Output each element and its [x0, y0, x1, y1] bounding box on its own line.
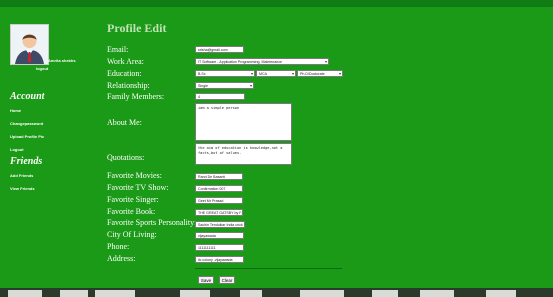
fav-movies-field[interactable]: Rand De Basanti — [195, 173, 243, 180]
clear-button[interactable]: Clear — [219, 276, 235, 284]
fav-book-field[interactable]: THE GREAT GATSBY by F. S — [195, 209, 243, 216]
account-heading: Account — [10, 91, 45, 102]
sidebar-item-changepassword[interactable]: Changepassword — [10, 121, 43, 126]
avatar[interactable] — [10, 24, 49, 65]
phone-label: Phone: — [107, 242, 130, 251]
education-select-2[interactable]: MCA — [256, 70, 296, 77]
education-select-1[interactable]: B.Sc — [195, 70, 255, 77]
about-me-label: About Me: — [107, 118, 142, 127]
sidebar-item-view-friends[interactable]: View Friends — [10, 186, 35, 191]
about-me-textarea[interactable]: iam a simple person — [195, 103, 292, 141]
fav-book-label: Favorite Book: — [107, 207, 156, 216]
email-label: Email: — [107, 45, 129, 54]
education-select-3[interactable]: Ph.D/Doctorate — [297, 70, 343, 77]
fav-tv-label: Favorite TV Show: — [107, 183, 169, 192]
top-bar — [0, 0, 553, 7]
quotations-label: Quotations: — [107, 153, 145, 162]
address-field[interactable]: lic colony ,vijayawada — [195, 256, 244, 263]
sidebar-item-home[interactable]: Home — [10, 108, 21, 113]
city-field[interactable]: vijayawada — [195, 232, 244, 239]
education-label: Education: — [107, 69, 142, 78]
phone-field[interactable]: 1111111111 — [195, 244, 244, 251]
email-field[interactable]: srisha@gmail.com — [195, 46, 244, 53]
relationship-label: Relationship: — [107, 81, 150, 90]
address-label: Address: — [107, 254, 136, 263]
quotations-textarea[interactable]: the aim of education is knowledge,not a … — [195, 143, 292, 165]
family-members-label: Family Members: — [107, 92, 165, 101]
relationship-select[interactable]: Single — [195, 82, 254, 89]
friends-heading: Friends — [10, 156, 43, 167]
fav-sports-label: Favorite Sports Personality: — [107, 218, 197, 227]
sidebar-item-logout[interactable]: Logout — [10, 147, 24, 152]
work-area-select[interactable]: IT Software - Application Programming, M… — [195, 58, 329, 65]
fav-singer-label: Favorite Singer: — [107, 195, 159, 204]
page-title: Profile Edit — [107, 21, 167, 35]
taskbar-strip — [0, 288, 553, 297]
fav-tv-field[interactable]: Confirmation 007 — [195, 185, 243, 192]
work-area-label: Work Area: — [107, 57, 144, 66]
city-label: City Of Living: — [107, 230, 157, 239]
fav-sports-field[interactable]: Sachin Tendulkar India crick — [195, 221, 245, 228]
save-button[interactable]: Save — [198, 276, 214, 284]
family-members-field[interactable]: 4 — [195, 93, 245, 100]
sidebar-item-upload-profile-pic[interactable]: Upload Profile Pic — [10, 134, 44, 139]
username: Amrita shekhs — [48, 58, 76, 63]
logout-link-top[interactable]: logout — [36, 66, 48, 71]
user-avatar-icon — [11, 25, 48, 64]
fav-singer-field[interactable]: Geet Mr Prasad — [195, 197, 243, 204]
sidebar: Amrita shekhs logout Account Home Change… — [0, 7, 91, 288]
sidebar-item-add-friends[interactable]: Add Friends — [10, 173, 33, 178]
fav-movies-label: Favorite Movies: — [107, 171, 162, 180]
form-divider — [195, 268, 342, 269]
